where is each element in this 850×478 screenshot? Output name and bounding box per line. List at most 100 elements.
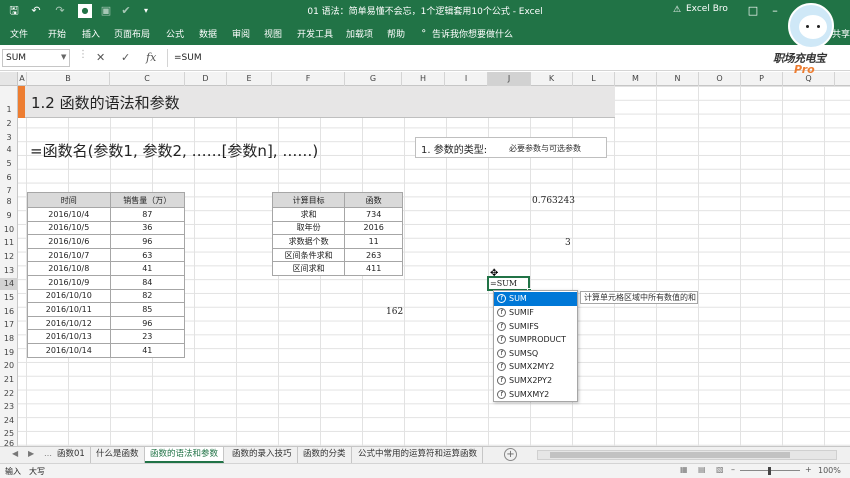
prev-sheet-icon[interactable]: ◀ xyxy=(12,449,18,458)
redo-icon[interactable]: ↷ xyxy=(52,3,68,19)
format-painter-icon[interactable]: ✔ xyxy=(118,3,134,19)
target-cell[interactable]: 区间条件求和 xyxy=(271,247,346,263)
date-cell[interactable]: 2016/10/8 xyxy=(27,261,111,276)
sheet-tab[interactable]: 函数01 xyxy=(52,447,91,463)
save-icon[interactable]: 🖫 xyxy=(6,3,22,19)
target-cell[interactable]: 区间求和 xyxy=(271,261,346,276)
row-header[interactable]: 2 xyxy=(0,118,18,130)
sheet-tab[interactable]: 什么是函数 xyxy=(91,447,145,463)
sales-cell[interactable]: 41 xyxy=(109,342,186,358)
tab-addins[interactable]: 加载项 xyxy=(346,27,373,40)
chevron-down-icon[interactable]: ▼ xyxy=(61,53,66,61)
next-sheet-icon[interactable]: ▶ xyxy=(28,449,34,458)
autocomplete-item[interactable]: f SUMIF xyxy=(494,306,577,320)
row-header[interactable]: 21 xyxy=(0,374,18,386)
tell-me-search[interactable]: 告诉我你想要做什么 xyxy=(432,27,513,40)
row-header[interactable]: 1 xyxy=(0,104,18,116)
camera-icon[interactable]: ▣ xyxy=(98,3,114,19)
cancel-icon[interactable]: ✕ xyxy=(96,51,105,64)
row-header[interactable]: 9 xyxy=(0,210,18,222)
sales-cell[interactable]: 36 xyxy=(109,220,186,236)
sales-cell[interactable]: 96 xyxy=(109,315,186,331)
column-header-d[interactable]: D xyxy=(185,72,227,86)
zoom-in-icon[interactable]: + xyxy=(805,465,812,474)
sales-cell[interactable]: 85 xyxy=(109,302,186,317)
row-header[interactable]: 12 xyxy=(0,251,18,263)
column-header-b[interactable]: B xyxy=(27,72,110,86)
row-header[interactable]: 6 xyxy=(0,172,18,184)
scrollbar-thumb[interactable] xyxy=(550,452,790,458)
date-cell[interactable]: 2016/10/7 xyxy=(27,247,111,263)
customize-qa-icon[interactable]: ▾ xyxy=(140,3,152,19)
tab-help[interactable]: 帮助 xyxy=(387,27,405,40)
user-name[interactable]: Excel Bro xyxy=(686,4,728,14)
date-cell[interactable]: 2016/10/14 xyxy=(27,342,111,358)
tab-view[interactable]: 视图 xyxy=(264,27,282,40)
normal-view-icon[interactable]: ▦ xyxy=(680,465,688,474)
date-cell[interactable]: 2016/10/6 xyxy=(27,234,111,249)
more-sheets-icon[interactable]: … xyxy=(44,449,52,458)
date-cell[interactable]: 2016/10/13 xyxy=(27,329,111,344)
page-layout-view-icon[interactable]: ▤ xyxy=(698,465,706,474)
table-header[interactable]: 时间 xyxy=(27,192,111,208)
cell-value[interactable]: 0.763243 xyxy=(532,196,575,206)
result-cell[interactable]: 11 xyxy=(344,234,403,249)
row-header[interactable]: 20 xyxy=(0,360,18,372)
row-header[interactable]: 22 xyxy=(0,388,18,400)
sales-cell[interactable]: 63 xyxy=(109,247,186,263)
minimize-icon[interactable]: – xyxy=(766,3,784,19)
undo-icon[interactable]: ↶ xyxy=(28,3,44,19)
date-cell[interactable]: 2016/10/12 xyxy=(27,315,111,331)
column-header-h[interactable]: H xyxy=(402,72,445,86)
sales-cell[interactable]: 82 xyxy=(109,288,186,304)
target-cell[interactable]: 求和 xyxy=(271,207,346,222)
row-header[interactable]: 19 xyxy=(0,347,18,359)
target-cell[interactable]: 取年份 xyxy=(271,220,346,236)
date-cell[interactable]: 2016/10/4 xyxy=(27,207,111,222)
zoom-slider-knob[interactable] xyxy=(768,467,771,475)
row-header[interactable]: 18 xyxy=(0,333,18,345)
select-all-corner[interactable] xyxy=(0,72,18,86)
autocomplete-item[interactable]: f SUMSQ xyxy=(494,347,577,361)
add-sheet-button[interactable]: + xyxy=(504,448,517,461)
tab-developer[interactable]: 开发工具 xyxy=(297,27,333,40)
column-header-n[interactable]: N xyxy=(657,72,699,86)
column-header-i[interactable]: I xyxy=(445,72,488,86)
date-cell[interactable]: 2016/10/5 xyxy=(27,220,111,236)
column-header-j[interactable]: J xyxy=(488,72,531,86)
column-header-c[interactable]: C xyxy=(110,72,185,86)
autocomplete-item[interactable]: f SUMXMY2 xyxy=(494,388,577,402)
tab-page-layout[interactable]: 页面布局 xyxy=(114,27,150,40)
zoom-out-icon[interactable]: – xyxy=(731,465,735,474)
column-header-p[interactable]: P xyxy=(741,72,783,86)
autocomplete-item[interactable]: f SUMX2MY2 xyxy=(494,360,577,374)
enter-icon[interactable]: ✓ xyxy=(121,51,130,64)
row-header[interactable]: 11 xyxy=(0,237,18,249)
cell-value[interactable]: 162 xyxy=(386,307,403,317)
row-header[interactable]: 13 xyxy=(0,265,18,277)
tab-review[interactable]: 审阅 xyxy=(232,27,250,40)
row-header[interactable]: 4 xyxy=(0,144,18,156)
column-header-m[interactable]: M xyxy=(615,72,657,86)
insert-function-icon[interactable]: fx xyxy=(146,51,156,64)
sales-cell[interactable]: 96 xyxy=(109,234,186,249)
sheet-tab-active[interactable]: 函数的语法和参数 xyxy=(145,447,225,463)
tab-home[interactable]: 开始 xyxy=(48,27,66,40)
autocomplete-item[interactable]: f SUM xyxy=(494,292,577,306)
row-header[interactable]: 15 xyxy=(0,292,18,304)
page-break-view-icon[interactable]: ▧ xyxy=(716,465,724,474)
sales-cell[interactable]: 23 xyxy=(109,329,186,344)
result-cell[interactable]: 411 xyxy=(344,261,403,276)
row-header[interactable]: 23 xyxy=(0,401,18,413)
column-header-o[interactable]: O xyxy=(699,72,741,86)
row-header[interactable]: 17 xyxy=(0,319,18,331)
target-cell[interactable]: 求数据个数 xyxy=(271,234,346,249)
sales-cell[interactable]: 41 xyxy=(109,261,186,276)
autocomplete-item[interactable]: f SUMPRODUCT xyxy=(494,333,577,347)
column-header-f[interactable]: F xyxy=(272,72,345,86)
share-button[interactable]: 共享 xyxy=(832,27,850,40)
table-header[interactable]: 销售量（万） xyxy=(109,192,186,208)
sheet-tab[interactable]: 函数的录入技巧 xyxy=(227,447,298,463)
horizontal-scrollbar[interactable] xyxy=(537,450,837,460)
result-cell[interactable]: 734 xyxy=(344,207,403,222)
